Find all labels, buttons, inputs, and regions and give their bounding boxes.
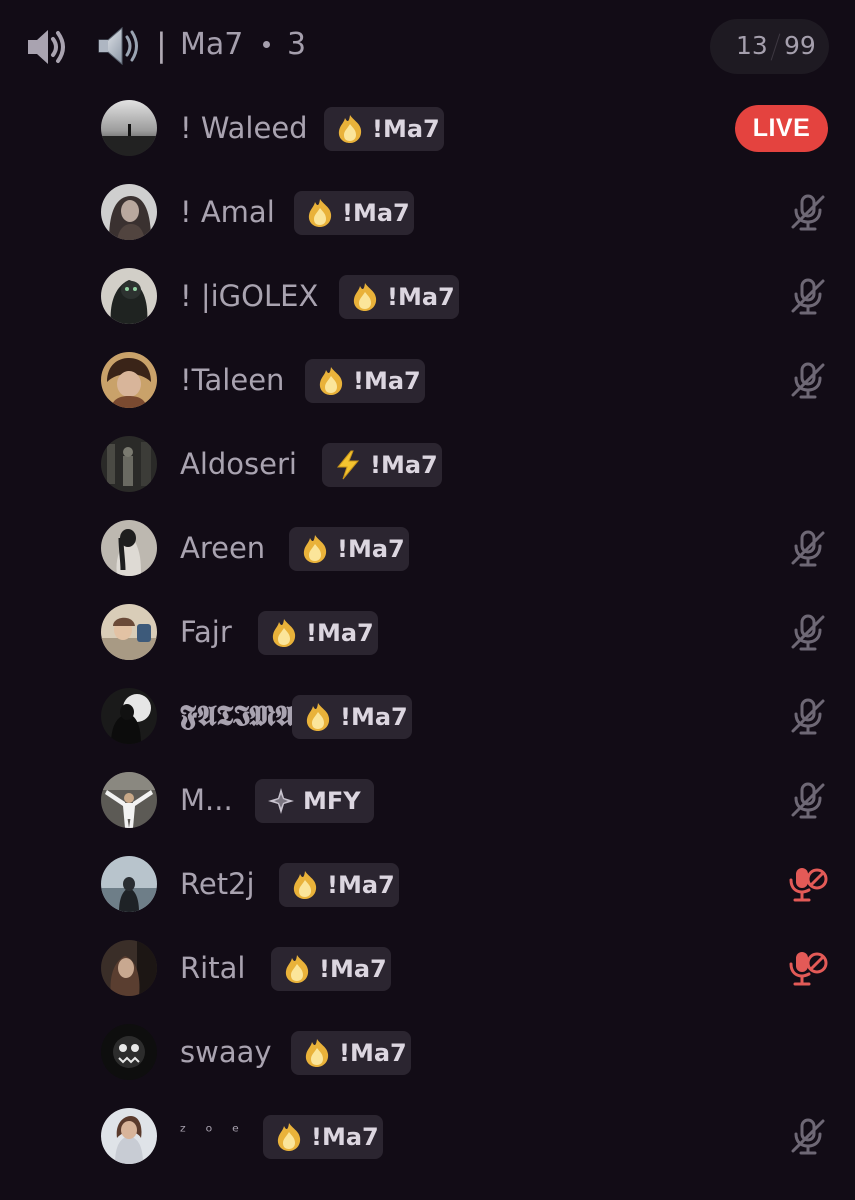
muted-mic-icon bbox=[791, 614, 825, 651]
server-muted-mic-icon bbox=[789, 868, 828, 902]
server-tag-label: !Ma7 bbox=[370, 451, 438, 479]
avatar bbox=[101, 604, 157, 660]
server-tag[interactable]: !Ma7 bbox=[291, 1031, 411, 1075]
member-name: ! |iGOLEX bbox=[180, 279, 319, 313]
muted-mic-icon bbox=[791, 362, 825, 399]
server-tag-label: !Ma7 bbox=[342, 199, 410, 227]
fire-icon bbox=[308, 199, 332, 227]
sparkle-diamond-icon bbox=[268, 788, 294, 814]
avatar bbox=[101, 184, 157, 240]
fire-icon bbox=[293, 871, 317, 899]
member-row[interactable]: Fajr !Ma7 bbox=[96, 596, 841, 668]
member-row[interactable]: Ret2j !Ma7 bbox=[96, 848, 841, 920]
member-row[interactable]: ! Amal !Ma7 bbox=[96, 176, 841, 248]
server-tag[interactable]: !Ma7 bbox=[294, 191, 414, 235]
fire-icon bbox=[338, 115, 362, 143]
server-tag-label: !Ma7 bbox=[353, 367, 421, 395]
server-tag[interactable]: !Ma7 bbox=[271, 947, 391, 991]
avatar bbox=[101, 436, 157, 492]
member-row[interactable]: 𝕱𝕬𝕿𝕴𝕸𝕬 !Ma7 bbox=[96, 680, 841, 752]
member-row[interactable]: Rital !Ma7 bbox=[96, 932, 841, 1004]
member-name: ! Waleed bbox=[180, 111, 308, 145]
server-tag[interactable]: !Ma7 bbox=[339, 275, 459, 319]
server-tag[interactable]: !Ma7 bbox=[292, 695, 412, 739]
voice-channel-panel: | Ma7 3 13 99 ! Waleed !Ma7 LIVE ! Amal … bbox=[0, 0, 855, 1200]
server-tag-label: !Ma7 bbox=[339, 1039, 407, 1067]
lightning-icon bbox=[336, 450, 360, 480]
fire-icon bbox=[319, 367, 343, 395]
server-tag-label: !Ma7 bbox=[340, 703, 408, 731]
member-row[interactable]: !Taleen !Ma7 bbox=[96, 344, 841, 416]
server-tag-label: !Ma7 bbox=[311, 1123, 379, 1151]
avatar bbox=[101, 100, 157, 156]
avatar bbox=[101, 772, 157, 828]
muted-mic-icon bbox=[791, 194, 825, 231]
member-row[interactable]: ! Waleed !Ma7 LIVE bbox=[96, 92, 841, 164]
fire-icon bbox=[285, 955, 309, 983]
server-tag-label: !Ma7 bbox=[337, 535, 405, 563]
server-tag-label: !Ma7 bbox=[306, 619, 374, 647]
fire-icon bbox=[272, 619, 296, 647]
member-name: 𝕱𝕬𝕿𝕴𝕸𝕬 bbox=[180, 699, 295, 732]
muted-mic-icon bbox=[791, 782, 825, 819]
member-row[interactable]: swaay !Ma7 bbox=[96, 1016, 841, 1088]
avatar bbox=[101, 940, 157, 996]
muted-mic-icon bbox=[791, 530, 825, 567]
fire-icon bbox=[305, 1039, 329, 1067]
avatar bbox=[101, 268, 157, 324]
member-row[interactable]: M... MFY bbox=[96, 764, 841, 836]
avatar bbox=[101, 856, 157, 912]
member-row[interactable]: Areen !Ma7 bbox=[96, 512, 841, 584]
member-name: !Taleen bbox=[180, 363, 285, 397]
server-tag-label: MFY bbox=[303, 787, 361, 815]
member-name: Fajr bbox=[180, 615, 232, 649]
server-tag-label: !Ma7 bbox=[387, 283, 455, 311]
muted-mic-icon bbox=[791, 698, 825, 735]
server-tag[interactable]: !Ma7 bbox=[324, 107, 444, 151]
member-name: Areen bbox=[180, 531, 266, 565]
server-tag[interactable]: !Ma7 bbox=[279, 863, 399, 907]
member-name: ᶻ ᵒ ᵉ bbox=[180, 1122, 247, 1142]
fire-icon bbox=[303, 535, 327, 563]
server-tag-label: !Ma7 bbox=[319, 955, 387, 983]
server-tag[interactable]: !Ma7 bbox=[258, 611, 378, 655]
fire-icon bbox=[353, 283, 377, 311]
avatar bbox=[101, 1024, 157, 1080]
fire-icon bbox=[277, 1123, 301, 1151]
fire-icon bbox=[306, 703, 330, 731]
member-name: Aldoseri bbox=[180, 447, 297, 481]
server-muted-mic-icon bbox=[789, 952, 828, 986]
server-tag[interactable]: MFY bbox=[255, 779, 374, 823]
muted-mic-icon bbox=[791, 1118, 825, 1155]
server-tag-label: !Ma7 bbox=[327, 871, 395, 899]
member-name: swaay bbox=[180, 1035, 272, 1069]
member-row[interactable]: ! |iGOLEX !Ma7 bbox=[96, 260, 841, 332]
avatar bbox=[101, 520, 157, 576]
server-tag-label: !Ma7 bbox=[372, 115, 440, 143]
avatar bbox=[101, 688, 157, 744]
live-badge[interactable]: LIVE bbox=[735, 105, 828, 152]
member-list: ! Waleed !Ma7 LIVE ! Amal !Ma7 ! |iGOLEX… bbox=[0, 0, 855, 1200]
server-tag[interactable]: !Ma7 bbox=[289, 527, 409, 571]
server-tag[interactable]: !Ma7 bbox=[263, 1115, 383, 1159]
muted-mic-icon bbox=[791, 278, 825, 315]
avatar bbox=[101, 352, 157, 408]
member-row[interactable]: Aldoseri !Ma7 bbox=[96, 428, 841, 500]
member-row[interactable]: ᶻ ᵒ ᵉ !Ma7 bbox=[96, 1100, 841, 1172]
member-name: Ret2j bbox=[180, 867, 255, 901]
server-tag[interactable]: !Ma7 bbox=[322, 443, 442, 487]
server-tag[interactable]: !Ma7 bbox=[305, 359, 425, 403]
member-name: ! Amal bbox=[180, 195, 275, 229]
avatar bbox=[101, 1108, 157, 1164]
member-name: M... bbox=[180, 783, 233, 817]
member-name: Rital bbox=[180, 951, 246, 985]
